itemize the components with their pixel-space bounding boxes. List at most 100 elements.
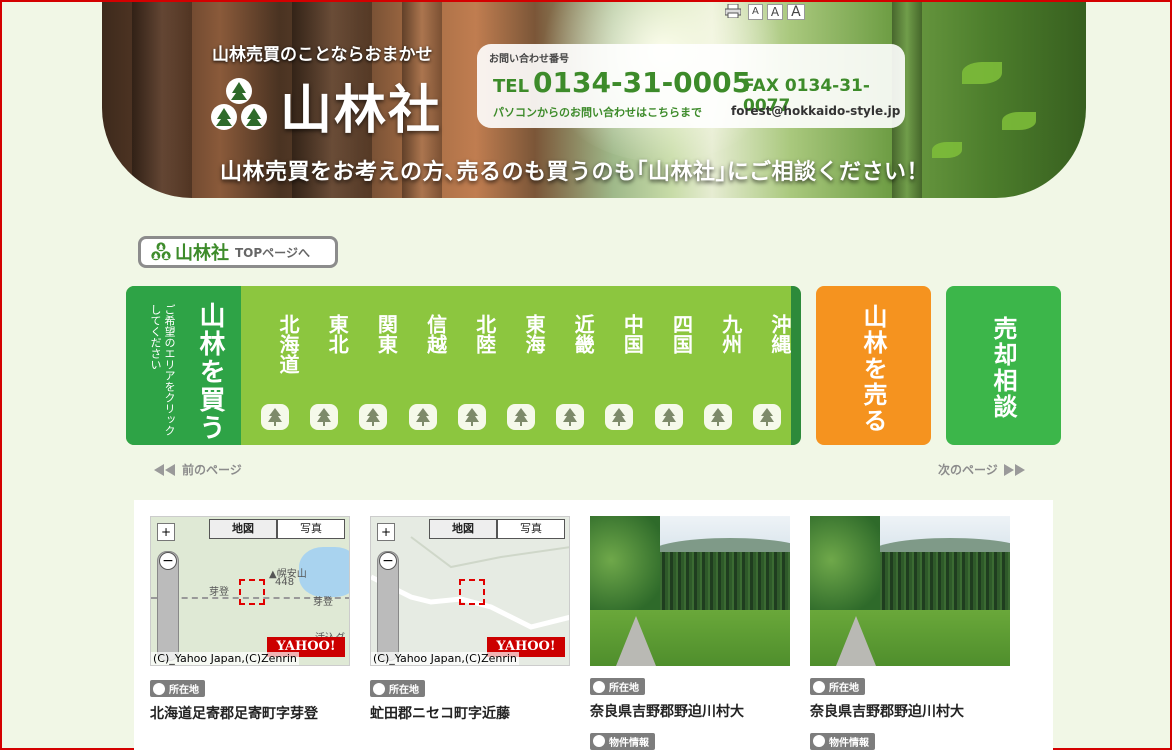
- location-tag-label: 所在地: [389, 685, 419, 696]
- buy-navigation: ご希望のエリアをクリックしてください 山林を買う 北海道 東北 関東 信越 北陸 東海 近畿…: [126, 286, 801, 445]
- tel-number[interactable]: TEL 0134-31-0005: [493, 66, 751, 99]
- consult-label: 売却相談: [989, 316, 1017, 420]
- map-tab[interactable]: 地図: [429, 519, 497, 539]
- contact-box: お問い合わせ番号 TEL 0134-31-0005 FAX 0134-31-007…: [477, 44, 905, 128]
- header-banner: A A A 山林売買のことならおまかせ 山林社 お問い合わせ番号 TEL 0134…: [102, 2, 1086, 198]
- font-size-medium-button[interactable]: A: [766, 4, 784, 20]
- zoom-out-icon[interactable]: −: [379, 552, 397, 570]
- property-info-tag: 物件情報: [590, 732, 655, 750]
- map-fullscreen-icon[interactable]: +: [377, 523, 395, 541]
- area-button[interactable]: 北海道: [250, 286, 300, 445]
- listing-map[interactable]: + 地図 写真 − YAHOO! (C)_Yahoo Japan,(C)Zenr…: [370, 516, 570, 666]
- area-label-text: 近畿: [571, 314, 596, 354]
- tree-icon: [556, 404, 585, 430]
- area-button[interactable]: 中国: [594, 286, 645, 445]
- map-copyright: (C)_Yahoo Japan,(C)Zenrin: [151, 652, 299, 665]
- listing-panel: + 地図 写真 − ▲幌安山 448 芽登 芽登 活込ダ YAHOO! (C)_…: [134, 500, 1053, 750]
- map-zoom-slider[interactable]: −: [157, 551, 179, 661]
- tree-icon: [261, 404, 289, 430]
- buy-header: ご希望のエリアをクリックしてください 山林を買う: [126, 286, 241, 445]
- leaf: [962, 62, 1002, 84]
- area-label-text: 北海道: [276, 314, 300, 374]
- area-button[interactable]: 信越: [398, 286, 448, 445]
- listing-address[interactable]: 虻田郡ニセコ町字近藤: [370, 703, 570, 723]
- email-link[interactable]: forest@hokkaido-style.jp: [731, 104, 900, 118]
- map-zoom-slider[interactable]: −: [377, 551, 399, 661]
- header-tagline: 山林売買のことならおまかせ: [212, 45, 433, 65]
- area-list: 北海道 東北 関東 信越 北陸 東海 近畿 中国 四国 九州 沖縄: [241, 286, 791, 445]
- tel-prefix: TEL: [493, 76, 530, 97]
- pin-icon: [593, 735, 605, 747]
- area-button[interactable]: 関東: [348, 286, 399, 445]
- prev-page-label: 前のページ: [182, 463, 242, 477]
- area-label-text: 東北: [325, 314, 350, 354]
- area-label: 四国: [644, 314, 694, 404]
- area-button[interactable]: 近畿: [545, 286, 596, 445]
- sell-label: 山林を売る: [859, 304, 887, 434]
- location-tag: 所在地: [150, 680, 205, 697]
- area-label: 信越: [398, 314, 448, 404]
- toplink-text: TOPページへ: [235, 245, 310, 260]
- pin-icon: [153, 682, 165, 695]
- prev-page-link[interactable]: 前のページ: [154, 461, 242, 478]
- photo-path: [836, 616, 876, 666]
- listing-address[interactable]: 奈良県吉野郡野迫川村大: [810, 701, 1010, 721]
- tree-icon: [654, 404, 683, 430]
- zoom-out-icon[interactable]: −: [159, 552, 177, 570]
- map-fullscreen-icon[interactable]: +: [157, 523, 175, 541]
- double-arrow-left-icon: [154, 463, 175, 476]
- site-logo[interactable]: 山林社: [210, 68, 442, 143]
- toplink-brand: 山林社: [175, 243, 229, 264]
- photo-tab[interactable]: 写真: [277, 519, 345, 539]
- location-tag-label: 所在地: [169, 685, 199, 696]
- area-label-text: 四国: [669, 314, 694, 354]
- sell-forest-button[interactable]: 山林を売る: [816, 286, 931, 445]
- area-label: 沖縄: [742, 314, 791, 404]
- area-label: 東北: [299, 314, 349, 404]
- buy-title: 山林を買う: [195, 302, 225, 442]
- listing-photo[interactable]: [590, 516, 790, 666]
- area-label: 東海: [496, 314, 546, 404]
- pin-icon: [813, 735, 825, 747]
- pin-icon: [373, 682, 385, 695]
- leaf: [1002, 112, 1036, 130]
- area-label-text: 九州: [718, 314, 743, 354]
- tree-icon: [752, 404, 781, 430]
- catch-copy: 山林売買をお考えの方､売るのも買うのも｢山林社｣にご相談ください！: [220, 160, 930, 185]
- font-size-small-button[interactable]: A: [748, 4, 763, 20]
- area-button[interactable]: 東海: [496, 286, 546, 445]
- map-tab[interactable]: 地図: [209, 519, 277, 539]
- sale-consultation-button[interactable]: 売却相談: [946, 286, 1061, 445]
- photo-tab[interactable]: 写真: [497, 519, 565, 539]
- tree-icon: [359, 404, 388, 430]
- top-page-link[interactable]: 山林社 TOPページへ: [138, 236, 338, 268]
- listing-card[interactable]: 所在地 奈良県吉野郡野迫川村大 物件情報: [810, 516, 1010, 750]
- listing-map[interactable]: + 地図 写真 − ▲幌安山 448 芽登 芽登 活込ダ YAHOO! (C)_…: [150, 516, 350, 666]
- pin-icon: [813, 680, 825, 693]
- listing-address[interactable]: 奈良県吉野郡野迫川村大: [590, 701, 790, 721]
- area-label-text: 中国: [620, 314, 645, 354]
- area-button[interactable]: 沖縄: [742, 286, 791, 445]
- logo-trees-icon: [151, 242, 171, 261]
- area-button[interactable]: 九州: [693, 286, 743, 445]
- buy-hint: ご希望のエリアをクリックしてください: [149, 304, 176, 436]
- font-size-large-button[interactable]: A: [787, 4, 805, 20]
- listing-card[interactable]: 所在地 奈良県吉野郡野迫川村大 物件情報: [590, 516, 790, 750]
- next-page-link[interactable]: 次のページ: [938, 461, 1026, 478]
- printer-icon[interactable]: [722, 3, 744, 20]
- location-tag-label: 所在地: [829, 683, 859, 694]
- map-copyright: (C)_Yahoo Japan,(C)Zenrin: [371, 652, 519, 665]
- tree-icon: [457, 404, 486, 430]
- tree-trunk: [132, 2, 192, 198]
- area-button[interactable]: 北陸: [447, 286, 497, 445]
- logo-trees-icon: [211, 77, 267, 130]
- area-button[interactable]: 四国: [644, 286, 694, 445]
- area-label-text: 関東: [374, 314, 399, 354]
- listing-address[interactable]: 北海道足寄郡足寄町字芽登: [150, 703, 350, 723]
- area-button[interactable]: 東北: [299, 286, 349, 445]
- listing-card[interactable]: + 地図 写真 − ▲幌安山 448 芽登 芽登 活込ダ YAHOO! (C)_…: [150, 516, 350, 723]
- listing-card[interactable]: + 地図 写真 − YAHOO! (C)_Yahoo Japan,(C)Zenr…: [370, 516, 570, 723]
- map-label: 芽登: [209, 587, 229, 598]
- property-info-tag: 物件情報: [810, 732, 875, 750]
- listing-photo[interactable]: [810, 516, 1010, 666]
